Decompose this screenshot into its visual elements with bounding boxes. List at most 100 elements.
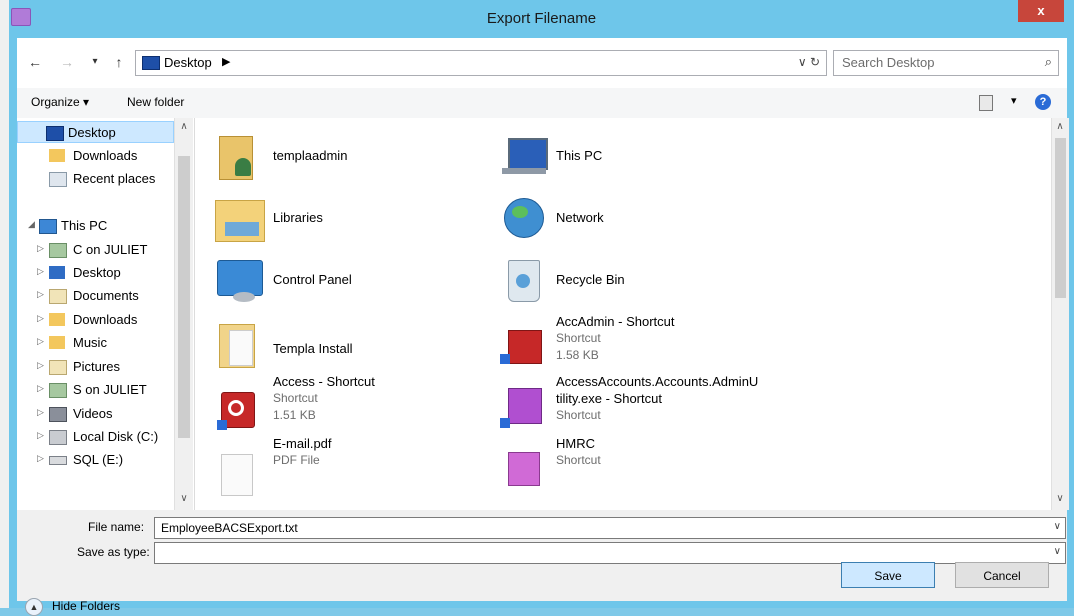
nav-label: Desktop <box>68 125 116 140</box>
item-templa-install[interactable]: Templa Install <box>215 310 485 372</box>
nav-item-local-disk-c[interactable]: ▷ Local Disk (C:) <box>17 426 174 448</box>
recent-locations-chevron-icon[interactable]: ▾ <box>85 52 105 72</box>
pictures-icon <box>49 360 67 375</box>
nav-label: This PC <box>61 218 108 233</box>
nav-item-documents[interactable]: ▷ Documents <box>17 285 174 307</box>
item-name-continued: tility.exe - Shortcut <box>556 391 662 406</box>
collapse-arrow-icon[interactable]: ◢ <box>28 219 35 230</box>
nav-item-favorites-desktop[interactable]: Desktop <box>17 121 174 143</box>
file-name-dropdown-icon[interactable]: ∨ <box>1054 521 1061 532</box>
nav-item-recent-places[interactable]: Recent places <box>17 168 174 190</box>
expand-arrow-icon[interactable]: ▷ <box>37 383 44 394</box>
this-pc-icon <box>39 219 57 234</box>
shortcut-tools-icon <box>498 316 548 366</box>
item-accadmin-shortcut[interactable]: AccAdmin - Shortcut Shortcut 1.58 KB <box>498 310 768 372</box>
item-control-panel[interactable]: Control Panel <box>215 248 485 310</box>
nav-item-c-on-juliet[interactable]: ▷ C on JULIET <box>17 239 174 261</box>
item-size: 1.58 KB <box>556 348 599 362</box>
item-email-pdf[interactable]: E-mail.pdf PDF File <box>215 434 485 510</box>
nav-label: Recent places <box>73 171 156 186</box>
save-button[interactable]: Save <box>841 562 935 588</box>
downloads-icon <box>49 313 65 326</box>
address-bar[interactable]: Desktop ▶ ∨ ↻ <box>135 50 827 76</box>
organize-menu[interactable]: Organize ▾ <box>31 95 89 109</box>
item-this-pc[interactable]: This PC <box>498 124 768 186</box>
expand-arrow-icon[interactable]: ▷ <box>37 243 44 254</box>
view-options-chevron-icon[interactable]: ▾ <box>1011 94 1017 107</box>
view-options-icon[interactable] <box>979 95 993 111</box>
forward-button[interactable]: → <box>57 52 77 72</box>
nav-item-sql-e[interactable]: ▷ SQL (E:) <box>17 449 174 471</box>
nav-item-music[interactable]: ▷ Music <box>17 332 174 354</box>
expand-arrow-icon[interactable]: ▷ <box>37 407 44 418</box>
recycle-bin-icon <box>498 254 548 304</box>
nav-label: Pictures <box>73 359 120 374</box>
navigation-pane: Desktop Downloads Recent places ◢ This P… <box>17 118 194 510</box>
close-button[interactable]: x <box>1018 0 1064 22</box>
item-templaadmin[interactable]: templaadmin <box>215 124 485 186</box>
nav-label: Videos <box>73 406 113 421</box>
videos-icon <box>49 407 67 422</box>
item-type: PDF File <box>273 453 320 467</box>
item-libraries[interactable]: Libraries <box>215 186 485 248</box>
title-bar[interactable]: Export Filename x <box>9 0 1074 38</box>
expand-arrow-icon[interactable]: ▷ <box>37 289 44 300</box>
content-scrollbar[interactable]: ∧ ∨ <box>1051 118 1069 510</box>
scroll-up-arrow-icon[interactable]: ∧ <box>176 121 192 132</box>
network-drive-icon <box>49 383 67 398</box>
nav-item-favorites-downloads[interactable]: Downloads <box>17 145 174 167</box>
computer-icon <box>498 130 548 180</box>
nav-label: C on JULIET <box>73 242 148 257</box>
item-hmrc[interactable]: HMRC Shortcut <box>498 434 768 510</box>
address-controls[interactable]: ∨ ↻ <box>798 55 820 69</box>
item-access-shortcut[interactable]: Access - Shortcut Shortcut 1.51 KB <box>215 372 485 434</box>
nav-item-pictures[interactable]: ▷ Pictures <box>17 356 174 378</box>
scroll-down-arrow-icon[interactable]: ∨ <box>176 493 192 504</box>
nav-item-s-on-juliet[interactable]: ▷ S on JULIET <box>17 379 174 401</box>
item-type: Shortcut <box>556 331 601 345</box>
scroll-up-arrow-icon[interactable]: ∧ <box>1052 121 1068 132</box>
expand-arrow-icon[interactable]: ▷ <box>37 360 44 371</box>
item-recycle-bin[interactable]: Recycle Bin <box>498 248 768 310</box>
back-button[interactable]: ← <box>25 52 45 72</box>
save-as-type-dropdown-icon[interactable]: ∨ <box>1054 546 1061 557</box>
breadcrumb-desktop[interactable]: Desktop <box>164 55 212 70</box>
nav-label: Documents <box>73 288 139 303</box>
expand-arrow-icon[interactable]: ▷ <box>37 453 44 464</box>
nav-label: Music <box>73 335 107 350</box>
nav-item-videos[interactable]: ▷ Videos <box>17 403 174 425</box>
item-name: HMRC <box>556 436 595 451</box>
local-disk-icon <box>49 430 67 445</box>
item-name: Recycle Bin <box>556 272 625 287</box>
libraries-icon <box>215 192 265 242</box>
nav-item-this-pc[interactable]: ◢ This PC <box>17 215 174 237</box>
save-as-type-select[interactable]: ∨ <box>154 542 1066 564</box>
cancel-button[interactable]: Cancel <box>955 562 1049 588</box>
new-folder-button[interactable]: New folder <box>127 95 184 109</box>
expand-arrow-icon[interactable]: ▷ <box>37 266 44 277</box>
breadcrumb-chevron-icon[interactable]: ▶ <box>222 55 230 68</box>
control-panel-icon <box>215 254 265 304</box>
item-network[interactable]: Network <box>498 186 768 248</box>
expand-arrow-icon[interactable]: ▷ <box>37 430 44 441</box>
expand-arrow-icon[interactable]: ▷ <box>37 336 44 347</box>
nav-scrollbar[interactable]: ∧ ∨ <box>174 118 193 510</box>
nav-label: Downloads <box>73 148 138 163</box>
network-drive-icon <box>49 243 67 258</box>
nav-item-desktop[interactable]: ▷ Desktop <box>17 262 174 284</box>
user-folder-icon <box>215 130 265 180</box>
content-scroll-thumb[interactable] <box>1055 138 1066 298</box>
item-accessaccounts-shortcut[interactable]: AccessAccounts.Accounts.AdminU tility.ex… <box>498 372 768 434</box>
search-input[interactable]: Search Desktop ⌕ <box>833 50 1059 76</box>
file-list-pane: templaadmin This PC Libraries Network Co… <box>194 118 1069 510</box>
nav-scroll-thumb[interactable] <box>178 156 190 438</box>
item-name: This PC <box>556 148 603 163</box>
file-name-input[interactable]: EmployeeBACSExport.txt ∨ <box>154 517 1066 539</box>
up-button[interactable]: ↑ <box>109 52 129 72</box>
access-icon <box>215 378 265 430</box>
scroll-down-arrow-icon[interactable]: ∨ <box>1052 493 1068 504</box>
search-icon[interactable]: ⌕ <box>1045 54 1052 70</box>
nav-item-downloads[interactable]: ▷ Downloads <box>17 309 174 331</box>
help-icon[interactable]: ? <box>1035 94 1051 110</box>
expand-arrow-icon[interactable]: ▷ <box>37 313 44 324</box>
